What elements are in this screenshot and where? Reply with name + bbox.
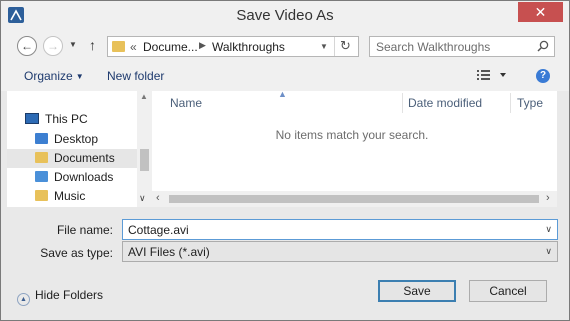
chevron-down-icon: ▼ [75, 72, 84, 81]
save-as-type-label: Save as type: [40, 246, 113, 260]
music-folder-icon [35, 190, 48, 201]
save-button[interactable]: Save [378, 280, 456, 302]
downloads-folder-icon [35, 171, 48, 182]
tree-item-music[interactable]: Music [35, 187, 85, 206]
file-name-input[interactable] [128, 223, 528, 237]
column-divider[interactable] [402, 93, 403, 113]
sort-ascending-icon: ▲ [278, 89, 287, 99]
column-header-date-modified[interactable]: Date modified [408, 96, 482, 110]
breadcrumb-documents[interactable]: Docume... [143, 40, 198, 54]
new-folder-button[interactable]: New folder [107, 69, 164, 83]
desktop-folder-icon [35, 133, 48, 144]
title-bar: Save Video As ✕ [1, 1, 569, 31]
folder-icon [112, 41, 125, 52]
address-dropdown-icon[interactable]: ▼ [320, 42, 328, 51]
scroll-down-arrow-icon[interactable]: ∨ [139, 193, 146, 204]
back-button[interactable]: ← [17, 36, 37, 56]
view-list-icon [477, 70, 506, 80]
scroll-up-arrow-icon[interactable]: ▲ [140, 92, 148, 101]
navigation-pane[interactable]: This PC Desktop Documents Downloads Musi… [7, 91, 152, 207]
scroll-left-arrow-icon[interactable]: ‹ [156, 192, 160, 204]
hide-folders-button[interactable]: ▲ Hide Folders [17, 288, 103, 306]
chevron-down-icon[interactable]: ∨ [545, 246, 552, 257]
search-icon[interactable] [537, 40, 549, 52]
tree-item-label: Desktop [54, 132, 99, 146]
tree-item-label: This PC [45, 112, 88, 126]
tree-item-label: Music [54, 189, 86, 203]
hide-folders-label: Hide Folders [35, 288, 104, 302]
address-bar[interactable]: « Docume... ▶ Walkthroughs ▼ ↻ [107, 36, 359, 57]
horizontal-scrollbar[interactable]: ‹ › [152, 191, 557, 207]
organize-button[interactable]: Organize ▼ [24, 69, 84, 83]
chevron-down-icon[interactable]: ∨ [545, 224, 552, 235]
horizontal-scroll-thumb[interactable] [169, 195, 539, 203]
save-as-type-value: AVI Files (*.avi) [128, 245, 210, 259]
column-divider[interactable] [510, 93, 511, 113]
tree-item-downloads[interactable]: Downloads [35, 168, 113, 187]
breadcrumb-overflow[interactable]: « [130, 40, 137, 54]
nav-scrollbar[interactable]: ▲ ∨ [137, 91, 152, 207]
change-view-button[interactable] [477, 69, 507, 84]
save-dialog: Save Video As ✕ ← → ▼ ↑ « Docume... ▶ Wa… [0, 0, 570, 321]
empty-results-message: No items match your search. [275, 128, 429, 142]
organize-label: Organize [24, 69, 73, 83]
command-toolbar: Organize ▼ New folder ? [1, 61, 569, 91]
breadcrumb-walkthroughs[interactable]: Walkthroughs [212, 40, 285, 54]
tree-item-this-pc[interactable]: This PC [25, 110, 88, 129]
address-row: ← → ▼ ↑ « Docume... ▶ Walkthroughs ▼ ↻ S… [1, 31, 569, 61]
column-header-type[interactable]: Type [517, 96, 543, 110]
file-name-label: File name: [56, 223, 113, 237]
file-name-field[interactable]: ∨ [122, 219, 558, 240]
address-divider [334, 37, 335, 56]
window-title: Save Video As [236, 7, 334, 24]
scroll-right-arrow-icon[interactable]: › [546, 192, 550, 204]
computer-icon [25, 113, 39, 124]
breadcrumb-separator-icon[interactable]: ▶ [199, 40, 206, 51]
column-header-name[interactable]: Name [170, 96, 202, 110]
search-input[interactable]: Search Walkthroughs [369, 36, 555, 57]
help-button[interactable]: ? [536, 69, 550, 83]
up-arrow-icon[interactable]: ↑ [89, 37, 96, 53]
tree-item-label: Downloads [54, 170, 114, 184]
close-button[interactable]: ✕ [518, 2, 563, 22]
tree-item-desktop[interactable]: Desktop [35, 130, 137, 149]
tree-item-label: Documents [54, 151, 115, 165]
documents-folder-icon [35, 152, 48, 163]
forward-button[interactable]: → [43, 36, 63, 56]
chevron-up-icon: ▲ [17, 293, 30, 306]
nav-scroll-thumb[interactable] [140, 149, 149, 171]
file-list[interactable]: ▲ Name Date modified Type No items match… [152, 89, 557, 207]
save-as-type-select[interactable]: AVI Files (*.avi) ∨ [122, 241, 558, 262]
refresh-icon[interactable]: ↻ [340, 38, 351, 54]
search-placeholder: Search Walkthroughs [376, 40, 491, 54]
tree-item-documents[interactable]: Documents [7, 149, 137, 168]
recent-locations-chevron-icon[interactable]: ▼ [69, 40, 77, 49]
cancel-button[interactable]: Cancel [469, 280, 547, 302]
